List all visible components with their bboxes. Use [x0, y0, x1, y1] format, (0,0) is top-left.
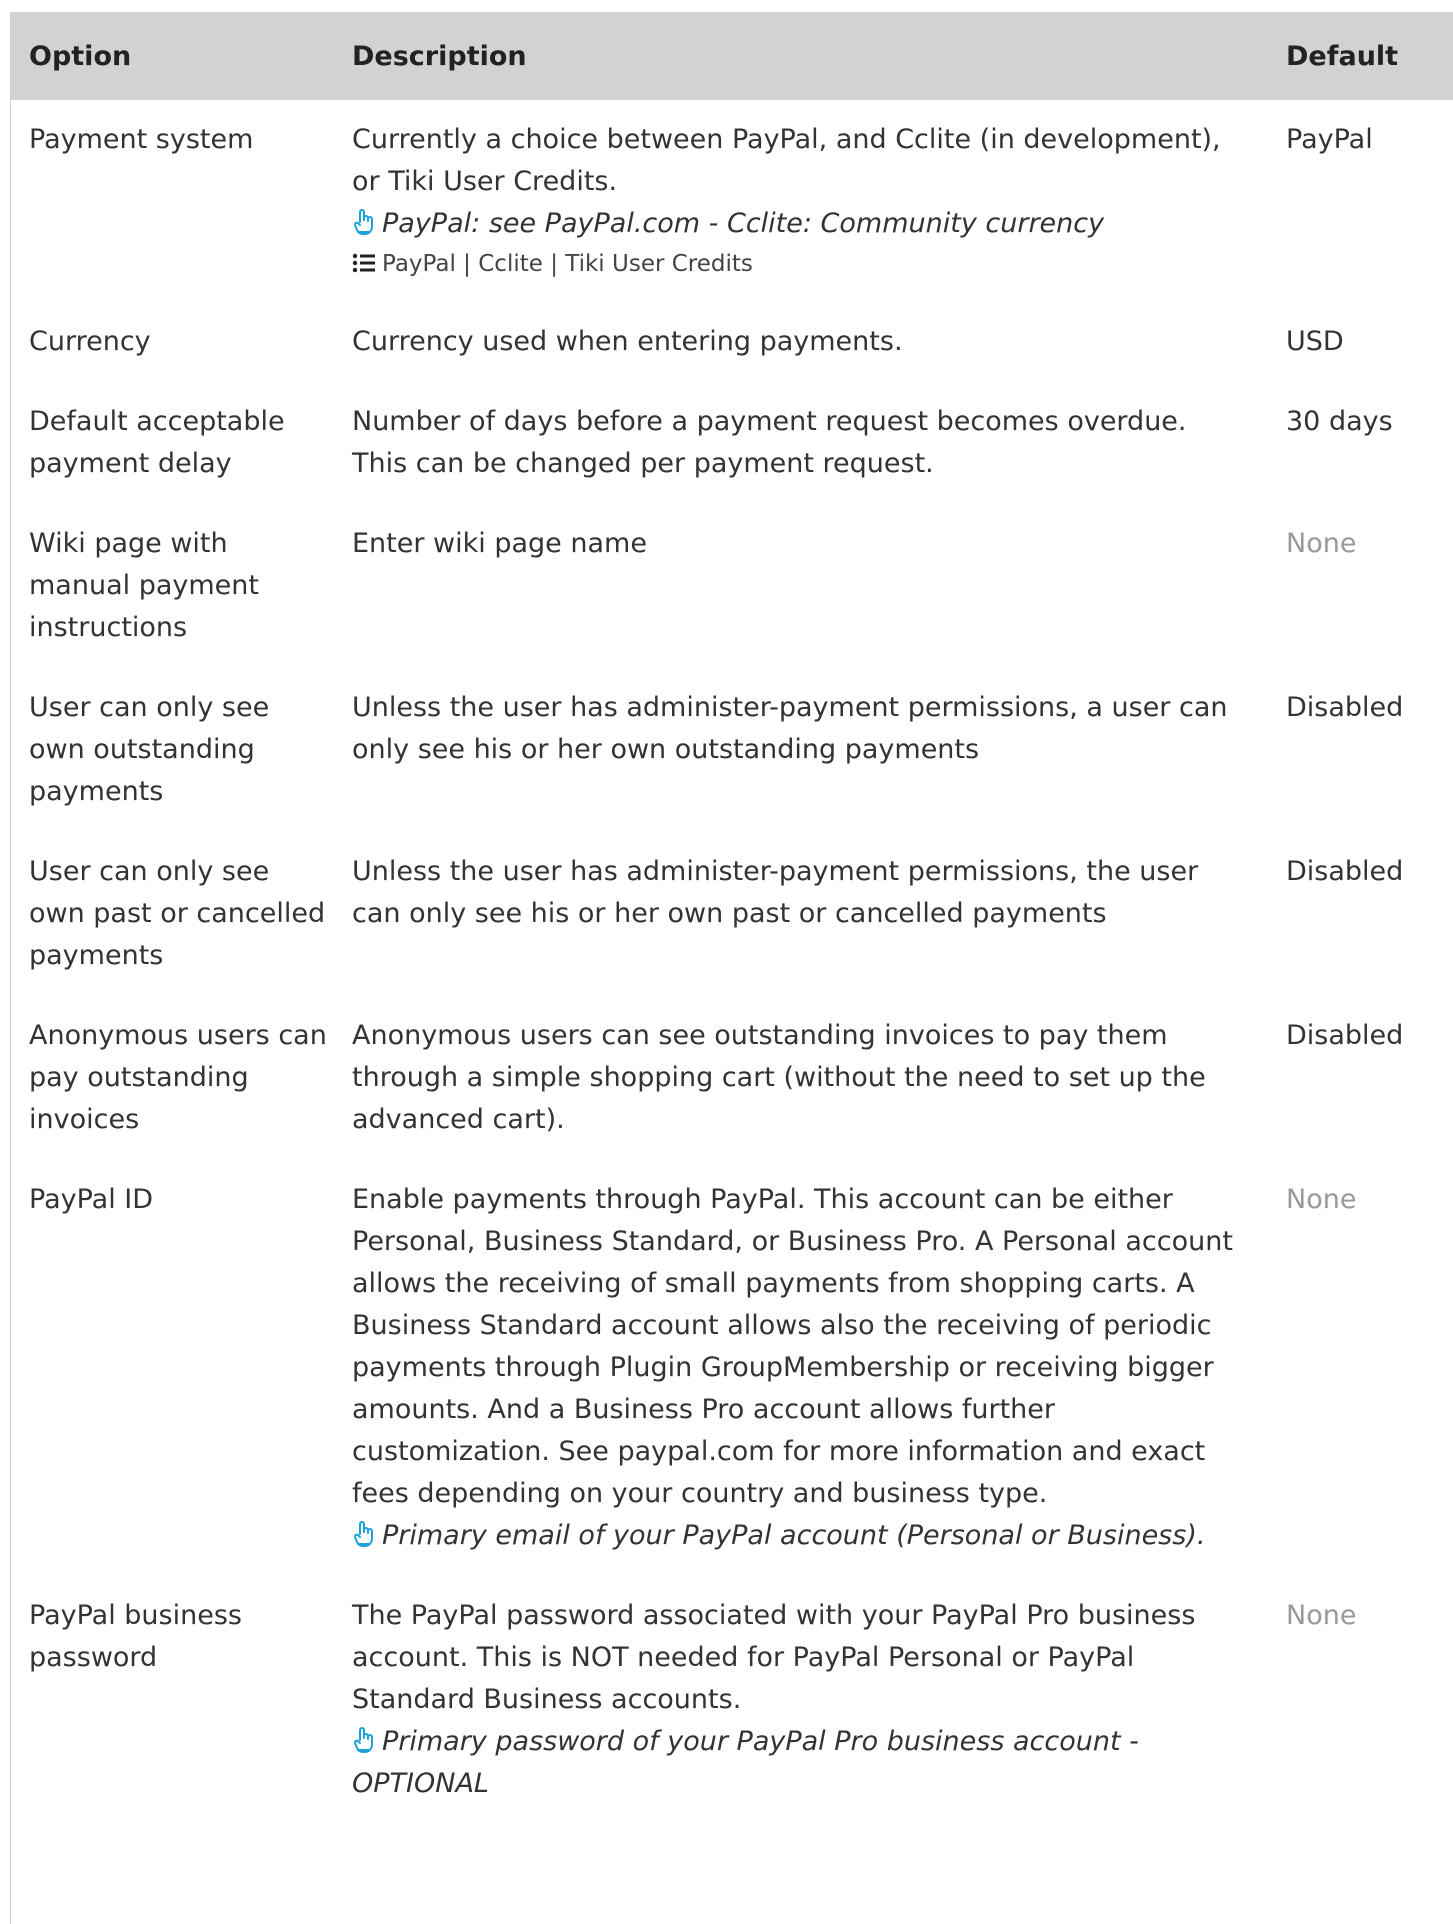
option-hint: PayPal: see PayPal.com - Cclite: Communi… — [352, 203, 1249, 245]
payment-preferences-table: Option Description Default Payment syste… — [11, 12, 1453, 1824]
option-default: USD — [1286, 326, 1344, 357]
option-default: Disabled — [1286, 692, 1404, 723]
option-name: User can only see own outstanding paymen… — [29, 692, 270, 807]
table-row: Default acceptable payment delay Number … — [11, 382, 1453, 504]
hand-pointer-icon — [354, 209, 373, 235]
table-row: User can only see own outstanding paymen… — [11, 668, 1453, 832]
table-header: Option Description Default — [11, 12, 1453, 100]
table-row: Currency Currency used when entering pay… — [11, 302, 1453, 382]
table-body: Payment system Currently a choice betwee… — [11, 100, 1453, 1824]
option-choices: PayPal | Cclite | Tiki User Credits — [352, 245, 1249, 283]
preferences-table-container: Option Description Default Payment syste… — [10, 12, 1453, 1924]
option-description: Unless the user has administer-payment p… — [352, 692, 1228, 765]
option-description: Enable payments through PayPal. This acc… — [352, 1184, 1233, 1509]
hand-pointer-icon — [354, 1521, 373, 1547]
option-description: Enter wiki page name — [352, 528, 647, 559]
option-name: Currency — [29, 326, 151, 357]
list-icon — [352, 253, 375, 273]
option-name: Payment system — [29, 124, 254, 155]
option-description-cell: Enable payments through PayPal. This acc… — [332, 1160, 1267, 1576]
table-row: Wiki page with manual payment instructio… — [11, 504, 1453, 668]
option-hint: Primary email of your PayPal account (Pe… — [352, 1515, 1249, 1557]
hand-pointer-icon — [354, 1727, 373, 1753]
option-description: Unless the user has administer-payment p… — [352, 856, 1199, 929]
option-description-cell: The PayPal password associated with your… — [332, 1576, 1267, 1824]
option-default: 30 days — [1286, 406, 1393, 437]
option-default: None — [1286, 528, 1357, 559]
option-default: Disabled — [1286, 856, 1404, 887]
option-description: Currently a choice between PayPal, and C… — [352, 124, 1221, 197]
header-default: Default — [1267, 12, 1453, 100]
table-row: User can only see own past or cancelled … — [11, 832, 1453, 996]
option-description: Currency used when entering payments. — [352, 326, 903, 357]
table-row: Anonymous users can pay outstanding invo… — [11, 996, 1453, 1160]
option-name: PayPal ID — [29, 1184, 154, 1215]
option-default: PayPal — [1286, 124, 1373, 155]
option-name: Anonymous users can pay outstanding invo… — [29, 1020, 327, 1135]
option-default: Disabled — [1286, 1020, 1404, 1051]
option-name: Wiki page with manual payment instructio… — [29, 528, 259, 643]
option-default: None — [1286, 1600, 1357, 1631]
option-hint-text: Primary password of your PayPal Pro busi… — [352, 1726, 1139, 1799]
option-hint-text: PayPal: see PayPal.com - Cclite: Communi… — [382, 208, 1105, 239]
option-hint-text: Primary email of your PayPal account (Pe… — [382, 1520, 1206, 1551]
table-row: PayPal business password The PayPal pass… — [11, 1576, 1453, 1824]
header-option: Option — [11, 12, 332, 100]
option-description: Anonymous users can see outstanding invo… — [352, 1020, 1206, 1135]
table-row: PayPal ID Enable payments through PayPal… — [11, 1160, 1453, 1576]
header-row: Option Description Default — [11, 12, 1453, 100]
option-description: Number of days before a payment request … — [352, 406, 1187, 479]
option-default: None — [1286, 1184, 1357, 1215]
option-name: Default acceptable payment delay — [29, 406, 285, 479]
table-row: Payment system Currently a choice betwee… — [11, 100, 1453, 302]
option-description: The PayPal password associated with your… — [352, 1600, 1196, 1715]
option-description-cell: Currently a choice between PayPal, and C… — [332, 100, 1267, 302]
option-choices-text: PayPal | Cclite | Tiki User Credits — [382, 251, 753, 277]
option-name: User can only see own past or cancelled … — [29, 856, 326, 971]
option-hint: Primary password of your PayPal Pro busi… — [352, 1721, 1249, 1805]
header-description: Description — [332, 12, 1267, 100]
option-name: PayPal business password — [29, 1600, 242, 1673]
